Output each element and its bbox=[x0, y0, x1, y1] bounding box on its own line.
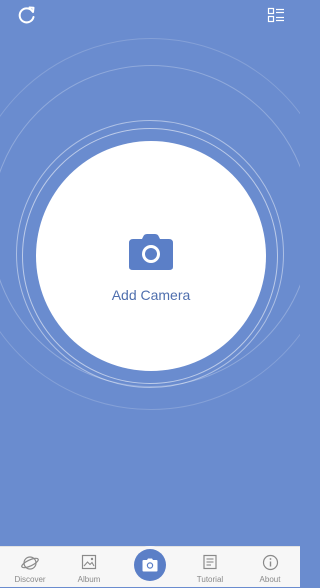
main-screen: Add Camera bbox=[0, 0, 300, 546]
camera-icon bbox=[128, 233, 174, 271]
document-icon bbox=[203, 554, 217, 570]
tab-label: About bbox=[259, 575, 281, 584]
add-camera-label: Add Camera bbox=[111, 287, 191, 303]
refresh-icon[interactable] bbox=[17, 5, 37, 25]
tab-camera[interactable] bbox=[134, 549, 166, 581]
camera-icon bbox=[142, 558, 158, 572]
tab-album[interactable]: Album bbox=[67, 547, 111, 588]
info-icon bbox=[262, 554, 278, 571]
tab-label: Tutorial bbox=[196, 575, 224, 584]
tab-label: Album bbox=[77, 575, 101, 584]
image-icon bbox=[81, 554, 97, 570]
tab-discover[interactable]: Discover bbox=[8, 547, 52, 588]
tab-label: Discover bbox=[14, 575, 46, 584]
planet-icon bbox=[21, 556, 39, 570]
add-camera-button[interactable]: Add Camera bbox=[36, 141, 266, 371]
list-view-icon[interactable] bbox=[267, 6, 285, 24]
tab-about[interactable]: About bbox=[248, 547, 292, 588]
tab-tutorial[interactable]: Tutorial bbox=[188, 547, 232, 588]
